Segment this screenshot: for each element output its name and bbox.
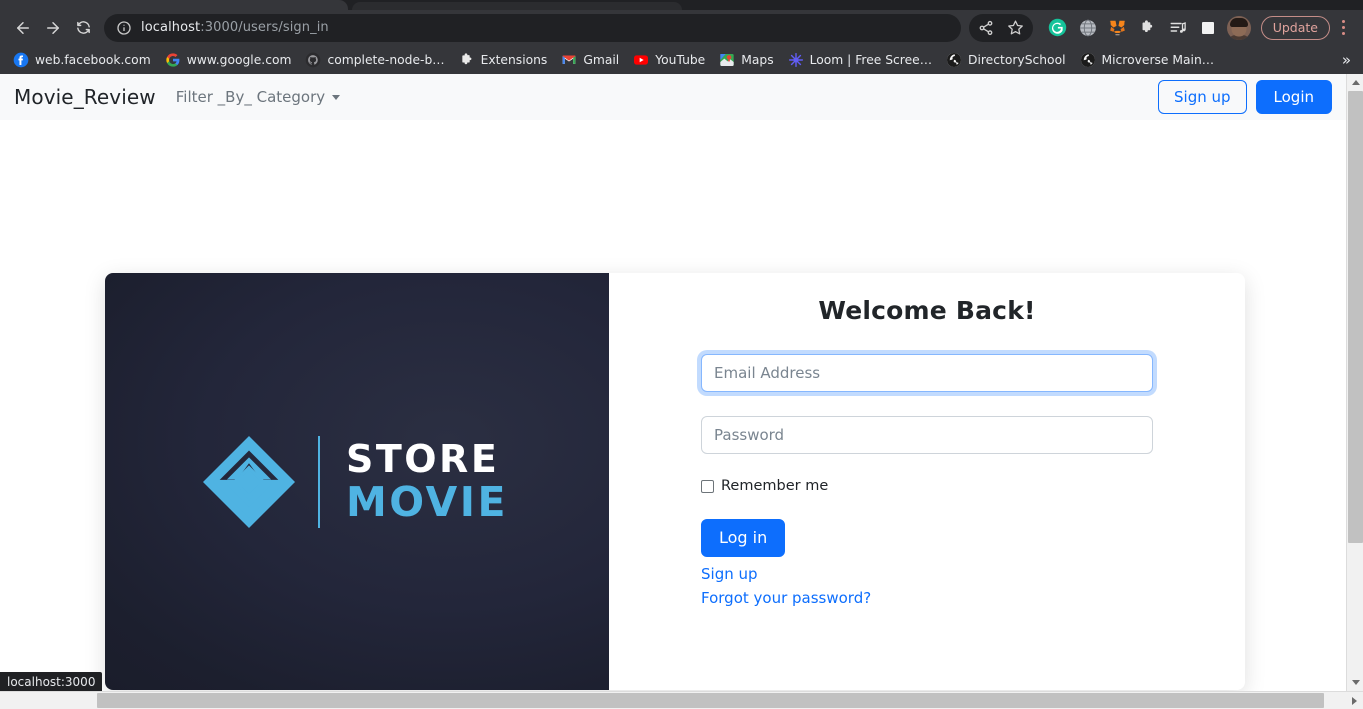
browser-window: localhost:3000/users/sign_in Update web.… <box>0 0 1363 709</box>
bookmark-item[interactable]: Maps <box>712 49 780 71</box>
bookmark-item[interactable]: YouTube <box>626 49 712 71</box>
loom-icon <box>788 52 804 68</box>
store-movie-logo: STORE MOVIE <box>198 431 508 533</box>
bookmark-item[interactable]: Microverse Main… <box>1073 49 1222 71</box>
vertical-scrollbar-thumb[interactable] <box>1348 91 1363 543</box>
bookmark-label: YouTube <box>655 52 706 67</box>
gmail-icon <box>561 52 577 68</box>
logo-panel: STORE MOVIE <box>105 273 609 690</box>
globe-extension-icon[interactable] <box>1073 13 1103 43</box>
bookmark-item[interactable]: www.google.com <box>158 49 299 71</box>
logo-line-store: STORE <box>345 437 500 482</box>
tab-strip <box>0 0 1363 10</box>
globe-dark-icon <box>1080 52 1096 68</box>
remember-me-checkbox[interactable] <box>701 479 714 493</box>
bookmark-label: complete-node-b… <box>327 52 445 67</box>
remember-me-label[interactable]: Remember me <box>721 478 828 494</box>
extensions-puzzle-icon[interactable] <box>1133 13 1163 43</box>
page-title: Welcome Back! <box>818 296 1036 325</box>
reload-icon[interactable] <box>68 13 98 43</box>
bookmark-label: DirectorySchool <box>968 52 1066 67</box>
bookmark-star-icon[interactable] <box>1001 13 1031 43</box>
logo-wordmark: STORE MOVIE <box>345 437 509 526</box>
filter-by-category-dropdown[interactable]: Filter _By_ Category <box>175 88 341 106</box>
filter-label: Filter _By_ Category <box>175 88 326 106</box>
navbar-actions: Sign up Login <box>1158 80 1332 114</box>
facebook-icon <box>13 52 29 68</box>
store-movie-diamond-logo <box>203 435 295 528</box>
field-spacer <box>701 392 1153 416</box>
github-icon <box>305 52 321 68</box>
scroll-up-arrow-icon[interactable] <box>1347 74 1363 91</box>
bookmark-label: Microverse Main… <box>1101 52 1215 67</box>
scroll-down-arrow-icon[interactable] <box>1347 674 1363 691</box>
square-extension-icon[interactable] <box>1193 13 1223 43</box>
scroll-right-arrow-icon[interactable] <box>1346 692 1363 709</box>
puzzle-icon <box>459 52 475 68</box>
profile-avatar[interactable] <box>1226 15 1251 40</box>
grammarly-extension-icon[interactable] <box>1043 13 1073 43</box>
vertical-scrollbar[interactable] <box>1346 74 1363 691</box>
site-info-icon[interactable] <box>116 20 132 36</box>
three-dot-menu-icon[interactable] <box>1331 14 1355 42</box>
app-navbar: Movie_Review Filter _By_ Category Sign u… <box>0 74 1346 120</box>
forward-arrow-icon[interactable] <box>38 13 68 43</box>
bookmark-label: Gmail <box>583 52 620 67</box>
status-bar-tooltip: localhost:3000 <box>0 672 103 691</box>
browser-tab-inactive[interactable] <box>352 2 682 10</box>
chevron-down-icon <box>332 94 341 100</box>
bookmark-item[interactable]: Loom | Free Scree… <box>781 49 939 71</box>
signup-button[interactable]: Sign up <box>1158 80 1247 114</box>
browser-tab-active[interactable] <box>0 0 348 10</box>
address-bar[interactable]: localhost:3000/users/sign_in <box>104 13 961 42</box>
metamask-extension-icon[interactable] <box>1103 13 1133 43</box>
bookmark-label: Loom | Free Scree… <box>809 52 933 67</box>
share-bookmark-group <box>968 13 1033 43</box>
horizontal-scrollbar-thumb[interactable] <box>97 693 1324 708</box>
logo-line-movie: MOVIE <box>345 477 509 526</box>
bookmark-label: Maps <box>741 52 774 67</box>
bookmark-label: Extensions <box>480 52 548 67</box>
share-icon[interactable] <box>971 13 1001 43</box>
address-bar-url: localhost:3000/users/sign_in <box>141 20 329 35</box>
bookmark-label: www.google.com <box>186 52 292 67</box>
bookmark-label: web.facebook.com <box>35 52 151 67</box>
toolbar-icon-group: Update <box>968 13 1355 43</box>
logo-divider <box>317 435 320 528</box>
signin-form: Remember me Log in Sign up Forgot your p… <box>701 354 1153 613</box>
bookmark-item[interactable]: Extensions <box>452 49 555 71</box>
maps-icon <box>719 52 735 68</box>
bookmarks-overflow-icon[interactable]: » <box>1336 51 1357 69</box>
bookmark-item[interactable]: Gmail <box>554 49 626 71</box>
bookmarks-bar: web.facebook.com www.google.com complete… <box>0 45 1363 74</box>
google-icon <box>165 52 181 68</box>
email-field[interactable] <box>701 354 1153 392</box>
auth-links: Sign up Forgot your password? <box>701 565 1153 607</box>
login-button[interactable]: Login <box>1255 80 1332 114</box>
bookmark-item[interactable]: web.facebook.com <box>6 49 158 71</box>
signup-link[interactable]: Sign up <box>701 565 1153 583</box>
bookmark-item[interactable]: DirectorySchool <box>939 49 1073 71</box>
app-brand[interactable]: Movie_Review <box>14 85 156 109</box>
bookmark-item[interactable]: complete-node-b… <box>298 49 451 71</box>
password-field[interactable] <box>701 416 1153 454</box>
browser-toolbar: localhost:3000/users/sign_in Update <box>0 10 1363 45</box>
page-viewport: Movie_Review Filter _By_ Category Sign u… <box>0 74 1363 709</box>
remember-me-row: Remember me <box>701 478 1153 494</box>
update-button[interactable]: Update <box>1260 15 1330 40</box>
auth-card: STORE MOVIE Welcome Back! Remember me <box>105 273 1245 690</box>
horizontal-scrollbar[interactable] <box>0 691 1363 709</box>
youtube-icon <box>633 52 649 68</box>
log-in-button[interactable]: Log in <box>701 519 786 557</box>
page-body: STORE MOVIE Welcome Back! Remember me <box>0 120 1346 709</box>
back-arrow-icon[interactable] <box>8 13 38 43</box>
forgot-password-link[interactable]: Forgot your password? <box>701 589 1153 607</box>
globe-dark-icon <box>946 52 962 68</box>
playlist-extension-icon[interactable] <box>1163 13 1193 43</box>
signin-form-panel: Welcome Back! Remember me Log in Sign up <box>609 273 1245 690</box>
